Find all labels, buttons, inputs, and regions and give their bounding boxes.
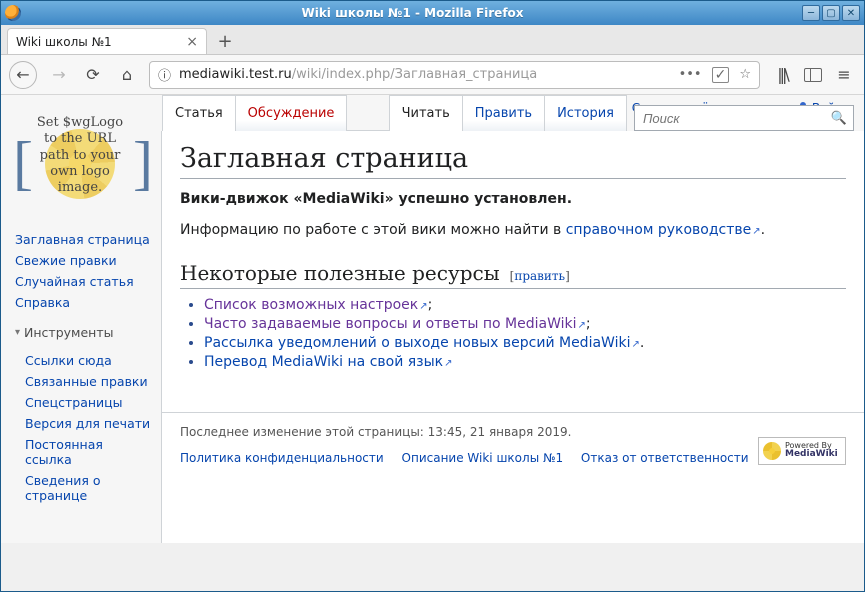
lastmod-text: Последнее изменение этой страницы: 13:45… [180, 425, 846, 439]
resource-list: Список возможных настроек↗; Часто задавае… [204, 297, 846, 370]
sidebar-nav: Заглавная страницаСвежие правкиСлучайная… [15, 229, 151, 313]
logo-line: path to your [40, 148, 121, 163]
sidebar-tool-item[interactable]: Сведения о странице [25, 470, 151, 506]
resource-link[interactable]: Список возможных настроек [204, 297, 418, 313]
wiki-sidebar: [ ] Set $wgLogo to the URL path to your … [1, 95, 161, 591]
sidebar-tool-item[interactable]: Связанные правки [25, 371, 151, 392]
minimize-button[interactable]: ─ [802, 5, 820, 21]
sidebar-nav-item[interactable]: Случайная статья [15, 271, 151, 292]
footer-privacy-link[interactable]: Политика конфиденциальности [180, 451, 384, 465]
firefox-icon [5, 5, 21, 21]
sidebar-nav-item[interactable]: Заглавная страница [15, 229, 151, 250]
page-actions-icon[interactable]: ••• [679, 67, 702, 82]
logo-line: image. [58, 180, 102, 195]
logo-line: to the URL [44, 131, 116, 146]
external-link-icon: ↗ [444, 358, 452, 369]
install-success-text: Вики-движок «MediaWiki» успешно установл… [180, 191, 572, 207]
logo-line: own logo [50, 164, 110, 179]
bookmark-star-icon[interactable]: ☆ [739, 67, 751, 82]
tabstrip: Wiki школы №1 × + [1, 25, 864, 55]
tab-edit[interactable]: Править [462, 95, 545, 131]
resource-link[interactable]: Рассылка уведомлений о выходе новых верс… [204, 335, 630, 351]
nav-toolbar: ← → ⟳ ⌂ ⓘ mediawiki.test.ru/wiki/index.p… [1, 55, 864, 95]
tab-talk[interactable]: Обсуждение [235, 95, 348, 131]
url-text: mediawiki.test.ru/wiki/index.php/Заглавн… [179, 67, 537, 82]
external-link-icon: ↗ [578, 320, 586, 331]
footer-disclaimer-link[interactable]: Отказ от ответственности [581, 451, 749, 465]
edit-section-link[interactable]: править [514, 269, 565, 283]
resource-item: Перевод MediaWiki на свой язык↗ [204, 354, 846, 370]
resource-link[interactable]: Часто задаваемые вопросы и ответы по Med… [204, 316, 577, 332]
tab-article[interactable]: Статья [162, 95, 236, 131]
browser-tab[interactable]: Wiki школы №1 × [7, 28, 207, 54]
resources-heading: Некоторые полезные ресурсы [править] [180, 261, 846, 289]
edit-section: [править] [510, 269, 570, 283]
library-icon[interactable]: |||\ [770, 63, 794, 87]
tab-title: Wiki школы №1 [16, 35, 112, 49]
resource-item: Часто задаваемые вопросы и ответы по Med… [204, 316, 846, 332]
sidebar-nav-item[interactable]: Свежие правки [15, 250, 151, 271]
footer-about-link[interactable]: Описание Wiki школы №1 [402, 451, 564, 465]
sidebar-tool-item[interactable]: Ссылки сюда [25, 350, 151, 371]
resource-item: Рассылка уведомлений о выходе новых верс… [204, 335, 846, 351]
article-body: Заглавная страница Вики-движок «MediaWik… [162, 131, 864, 398]
new-tab-button[interactable]: + [211, 28, 239, 54]
reload-button[interactable]: ⟳ [81, 63, 105, 87]
sidebar-tool-item[interactable]: Версия для печати [25, 413, 151, 434]
wiki-logo[interactable]: [ ] Set $wgLogo to the URL path to your … [15, 109, 145, 219]
browser-viewport: Создать учётную запись Войти [ ] Set $wg… [1, 95, 864, 591]
maximize-button[interactable]: ▢ [822, 5, 840, 21]
tab-close-icon[interactable]: × [186, 34, 198, 50]
forward-button[interactable]: → [47, 63, 71, 87]
manual-link[interactable]: справочном руководстве [566, 222, 752, 238]
page-footer: Последнее изменение этой страницы: 13:45… [162, 412, 864, 477]
reader-mode-icon[interactable]: ✓ [712, 67, 730, 83]
mediawiki-flower-icon [763, 442, 781, 460]
menu-icon[interactable]: ≡ [832, 63, 856, 87]
tab-read[interactable]: Читать [389, 95, 463, 131]
external-link-icon: ↗ [752, 226, 760, 237]
page-tabs: Статья Обсуждение Читать Править История… [162, 95, 864, 131]
window-title: Wiki школы №1 - Mozilla Firefox [25, 6, 800, 20]
external-link-icon: ↗ [419, 301, 427, 312]
sidebar-tools-heading[interactable]: Инструменты [15, 325, 151, 340]
wiki-content: Статья Обсуждение Читать Править История… [161, 131, 864, 591]
resource-item: Список возможных настроек↗; [204, 297, 846, 313]
wiki-search[interactable]: 🔍 [634, 105, 854, 131]
firefox-window: Wiki школы №1 - Mozilla Firefox ─ ▢ ✕ Wi… [0, 0, 865, 592]
sidebar-tools: Ссылки сюдаСвязанные правкиСпецстраницыВ… [15, 350, 151, 506]
sidebar-tool-item[interactable]: Постоянная ссылка [25, 434, 151, 470]
external-link-icon: ↗ [631, 339, 639, 350]
logo-line: Set $wgLogo [37, 115, 123, 130]
back-button[interactable]: ← [9, 61, 37, 89]
info-paragraph: Информацию по работе с этой вики можно н… [180, 220, 846, 241]
home-button[interactable]: ⌂ [115, 63, 139, 87]
sidebar-nav-item[interactable]: Справка [15, 292, 151, 313]
url-bar[interactable]: ⓘ mediawiki.test.ru/wiki/index.php/Загла… [149, 61, 760, 89]
sidebar-tool-item[interactable]: Спецстраницы [25, 392, 151, 413]
tab-history[interactable]: История [544, 95, 627, 131]
site-info-icon[interactable]: ⓘ [158, 65, 171, 84]
search-input[interactable] [641, 110, 831, 127]
page-title: Заглавная страница [180, 143, 846, 179]
powered-by-mediawiki[interactable]: Powered ByMediaWiki [758, 437, 846, 465]
close-window-button[interactable]: ✕ [842, 5, 860, 21]
titlebar: Wiki школы №1 - Mozilla Firefox ─ ▢ ✕ [1, 1, 864, 25]
sidebar-toggle-icon[interactable] [804, 68, 822, 82]
search-icon[interactable]: 🔍 [831, 111, 847, 126]
resource-link[interactable]: Перевод MediaWiki на свой язык [204, 354, 443, 370]
